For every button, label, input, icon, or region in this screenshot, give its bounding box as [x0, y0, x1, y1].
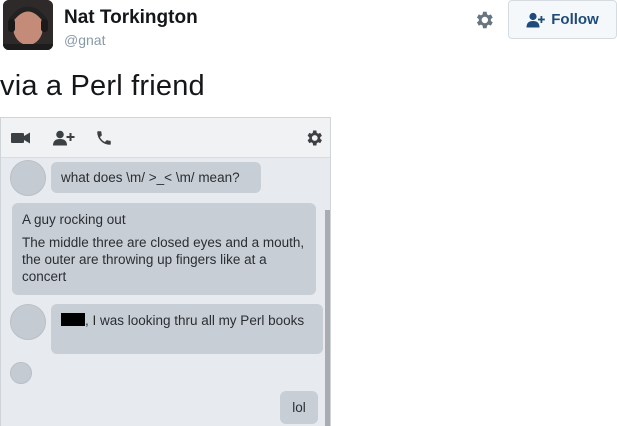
message-text: lol [292, 400, 306, 415]
add-user-icon [526, 12, 546, 27]
video-camera-icon [10, 128, 32, 148]
contact-avatar [10, 362, 32, 384]
avatar-photo [3, 0, 53, 50]
message-text: , I was looking thru all my Perl books [85, 313, 305, 328]
settings-button[interactable] [470, 6, 498, 34]
message-text: The middle three are closed eyes and a m… [22, 235, 305, 284]
message-bubble: A guy rocking out The middle three are c… [12, 203, 316, 295]
chat-scrollbar[interactable] [325, 210, 330, 426]
author-avatar[interactable] [3, 0, 53, 50]
follow-button[interactable]: Follow [508, 0, 617, 39]
own-message-bubble: lol [280, 391, 318, 424]
contact-avatar [10, 304, 46, 340]
add-person-icon [53, 128, 75, 148]
tweet-text: via a Perl friend [0, 70, 205, 102]
message-bubble: , I was looking thru all my Perl books [51, 304, 323, 354]
message-text: what does \m/ >_< \m/ mean? [61, 170, 240, 185]
author-handle[interactable]: @gnat [64, 32, 105, 48]
gear-icon [303, 128, 325, 148]
contact-avatar [10, 160, 46, 196]
author-name[interactable]: Nat Torkington [64, 7, 198, 29]
message-text: A guy rocking out [22, 212, 126, 227]
chat-toolbar [1, 118, 330, 158]
gear-icon [476, 11, 493, 29]
attached-screenshot[interactable]: what does \m/ >_< \m/ mean? A guy rockin… [0, 117, 331, 426]
follow-label: Follow [551, 11, 599, 28]
phone-icon [93, 128, 115, 148]
redacted-name [61, 313, 85, 326]
message-bubble: what does \m/ >_< \m/ mean? [51, 162, 261, 193]
